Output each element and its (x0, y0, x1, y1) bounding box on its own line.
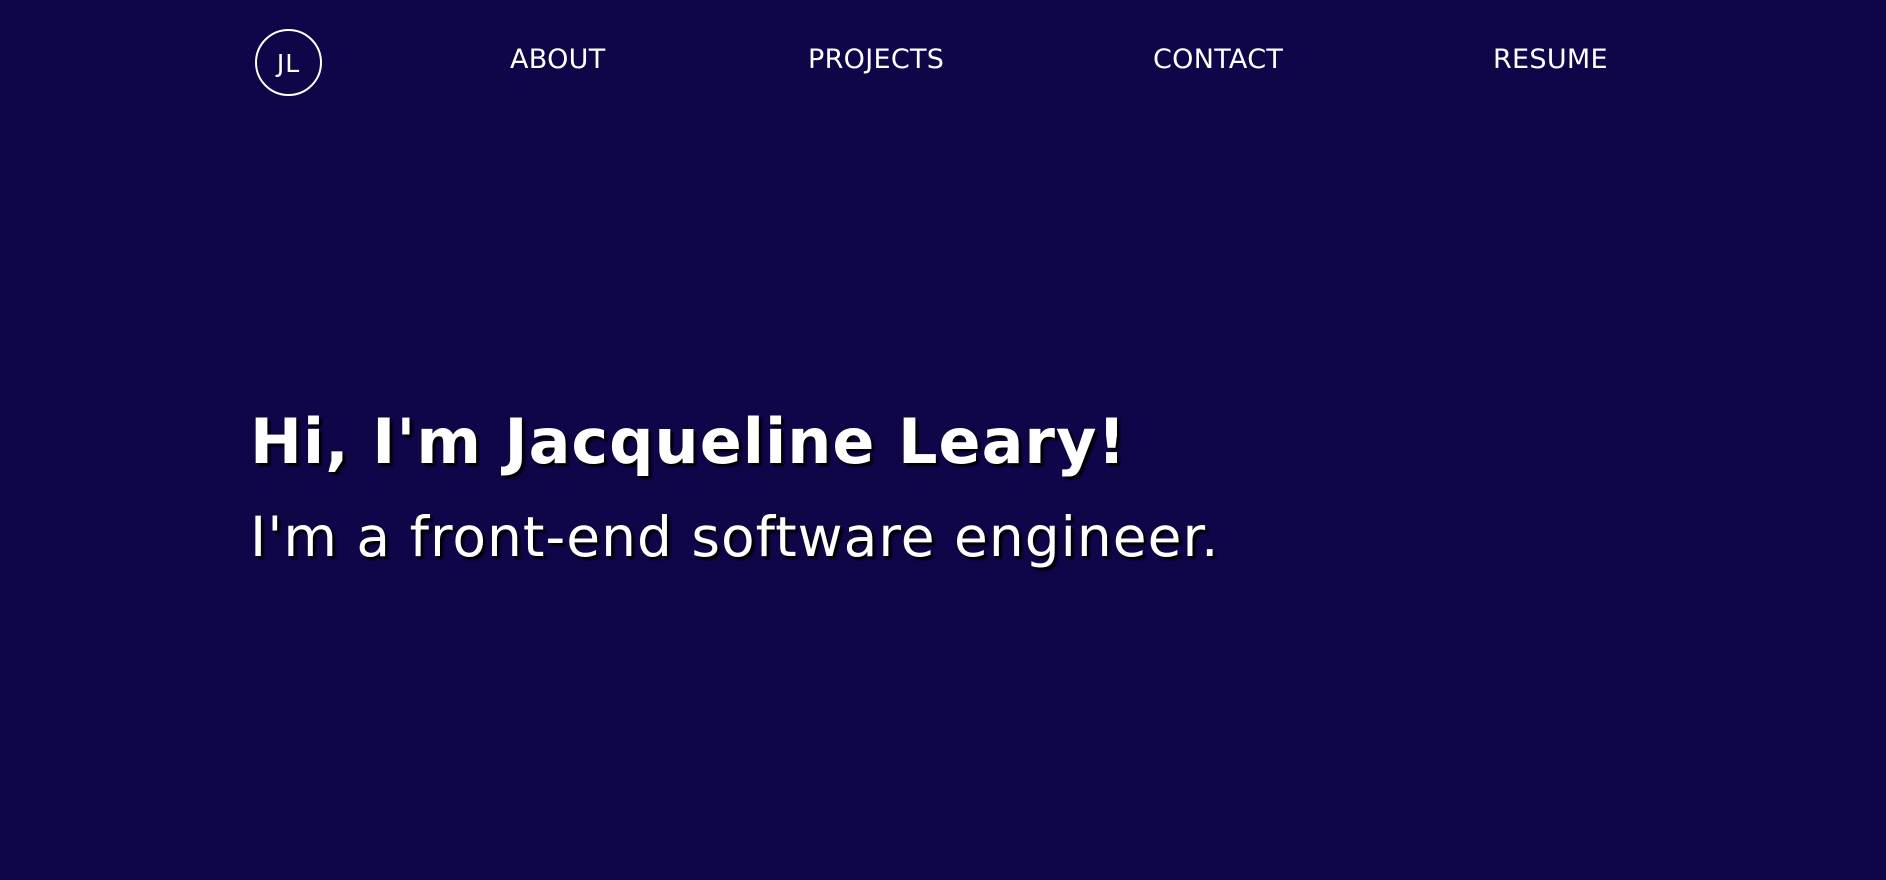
nav-link-about[interactable]: ABOUT (510, 40, 606, 80)
nav-link-contact[interactable]: CONTACT (1153, 40, 1283, 80)
hero-subtitle: I'm a front-end software engineer. (250, 505, 1220, 569)
hero-title: Hi, I'm Jacqueline Leary! (250, 405, 1127, 478)
page: JL ABOUT PROJECTS CONTACT RESUME Hi, I'm… (0, 0, 1886, 880)
nav-link-resume[interactable]: RESUME (1493, 40, 1608, 80)
nav-link-projects[interactable]: PROJECTS (808, 40, 944, 80)
logo-text: JL (276, 49, 301, 78)
logo-link[interactable]: JL (255, 29, 322, 96)
